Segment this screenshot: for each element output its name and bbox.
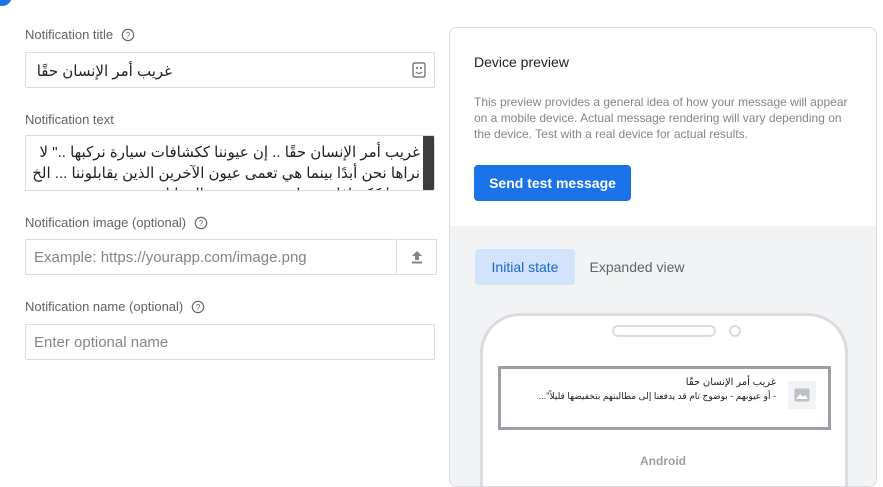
corner-indicator — [0, 0, 12, 6]
notification-text-input[interactable]: غريب أمر الإنسان حقًا .. إن عيوننا ككشاف… — [25, 135, 435, 191]
upload-button[interactable] — [397, 239, 437, 275]
help-icon[interactable]: ? — [191, 300, 205, 314]
tab-initial-state[interactable]: Initial state — [475, 249, 575, 285]
help-icon[interactable]: ? — [121, 28, 135, 42]
notification-image-input[interactable]: Example: https://yourapp.com/image.png — [25, 239, 397, 275]
notification-name-label-text: Notification name (optional) — [25, 299, 184, 314]
tab-expanded-view[interactable]: Expanded view — [582, 249, 692, 285]
notification-text-value: غريب أمر الإنسان حقًا .. إن عيوننا ككشاف… — [32, 144, 420, 190]
notification-preview-body: - أو عيوبهم - بوضوح تام قد يدفعنا إلى مط… — [538, 391, 776, 401]
send-test-message-button[interactable]: Send test message — [474, 165, 631, 201]
notification-image-label-text: Notification image (optional) — [25, 215, 187, 230]
device-preview-card: Device preview This preview provides a g… — [449, 27, 877, 487]
notification-image-label: Notification image (optional) ? — [25, 215, 208, 230]
notification-name-input[interactable]: Enter optional name — [25, 324, 435, 360]
notification-text-label: Notification text — [25, 112, 114, 127]
phone-camera — [729, 325, 741, 337]
notification-preview-title: غريب أمر الإنسان حقًا — [685, 377, 776, 388]
svg-text:?: ? — [126, 31, 131, 40]
notification-preview-inner: غريب أمر الإنسان حقًا - أو عيوبهم - بوضو… — [501, 369, 828, 427]
platform-label: Android — [640, 454, 686, 468]
notification-name-label: Notification name (optional) ? — [25, 299, 205, 314]
notification-preview: غريب أمر الإنسان حقًا - أو عيوبهم - بوضو… — [498, 366, 831, 430]
notification-text-label-text: Notification text — [25, 112, 114, 127]
notification-title-label: Notification title ? — [25, 27, 135, 42]
notification-title-value: غريب أمر الإنسان حقًا — [36, 63, 172, 80]
device-preview-title: Device preview — [474, 54, 569, 70]
help-icon[interactable]: ? — [194, 216, 208, 230]
device-preview-description: This preview provides a general idea of … — [474, 95, 848, 141]
notification-title-label-text: Notification title — [25, 27, 114, 42]
notification-title-input[interactable]: غريب أمر الإنسان حقًا — [25, 52, 435, 88]
notification-image-placeholder: Example: https://yourapp.com/image.png — [34, 249, 307, 266]
image-placeholder-icon — [794, 388, 810, 402]
phone-speaker — [612, 325, 716, 337]
notification-name-placeholder: Enter optional name — [34, 334, 169, 351]
notification-preview-image — [788, 381, 816, 409]
preview-stage: Initial state Expanded view غريب أمر الإ… — [450, 226, 876, 486]
svg-text:?: ? — [196, 303, 201, 312]
text-scrollbar[interactable] — [423, 136, 434, 190]
svg-text:?: ? — [199, 219, 204, 228]
upload-icon — [411, 251, 422, 264]
emoji-icon[interactable] — [412, 62, 426, 78]
